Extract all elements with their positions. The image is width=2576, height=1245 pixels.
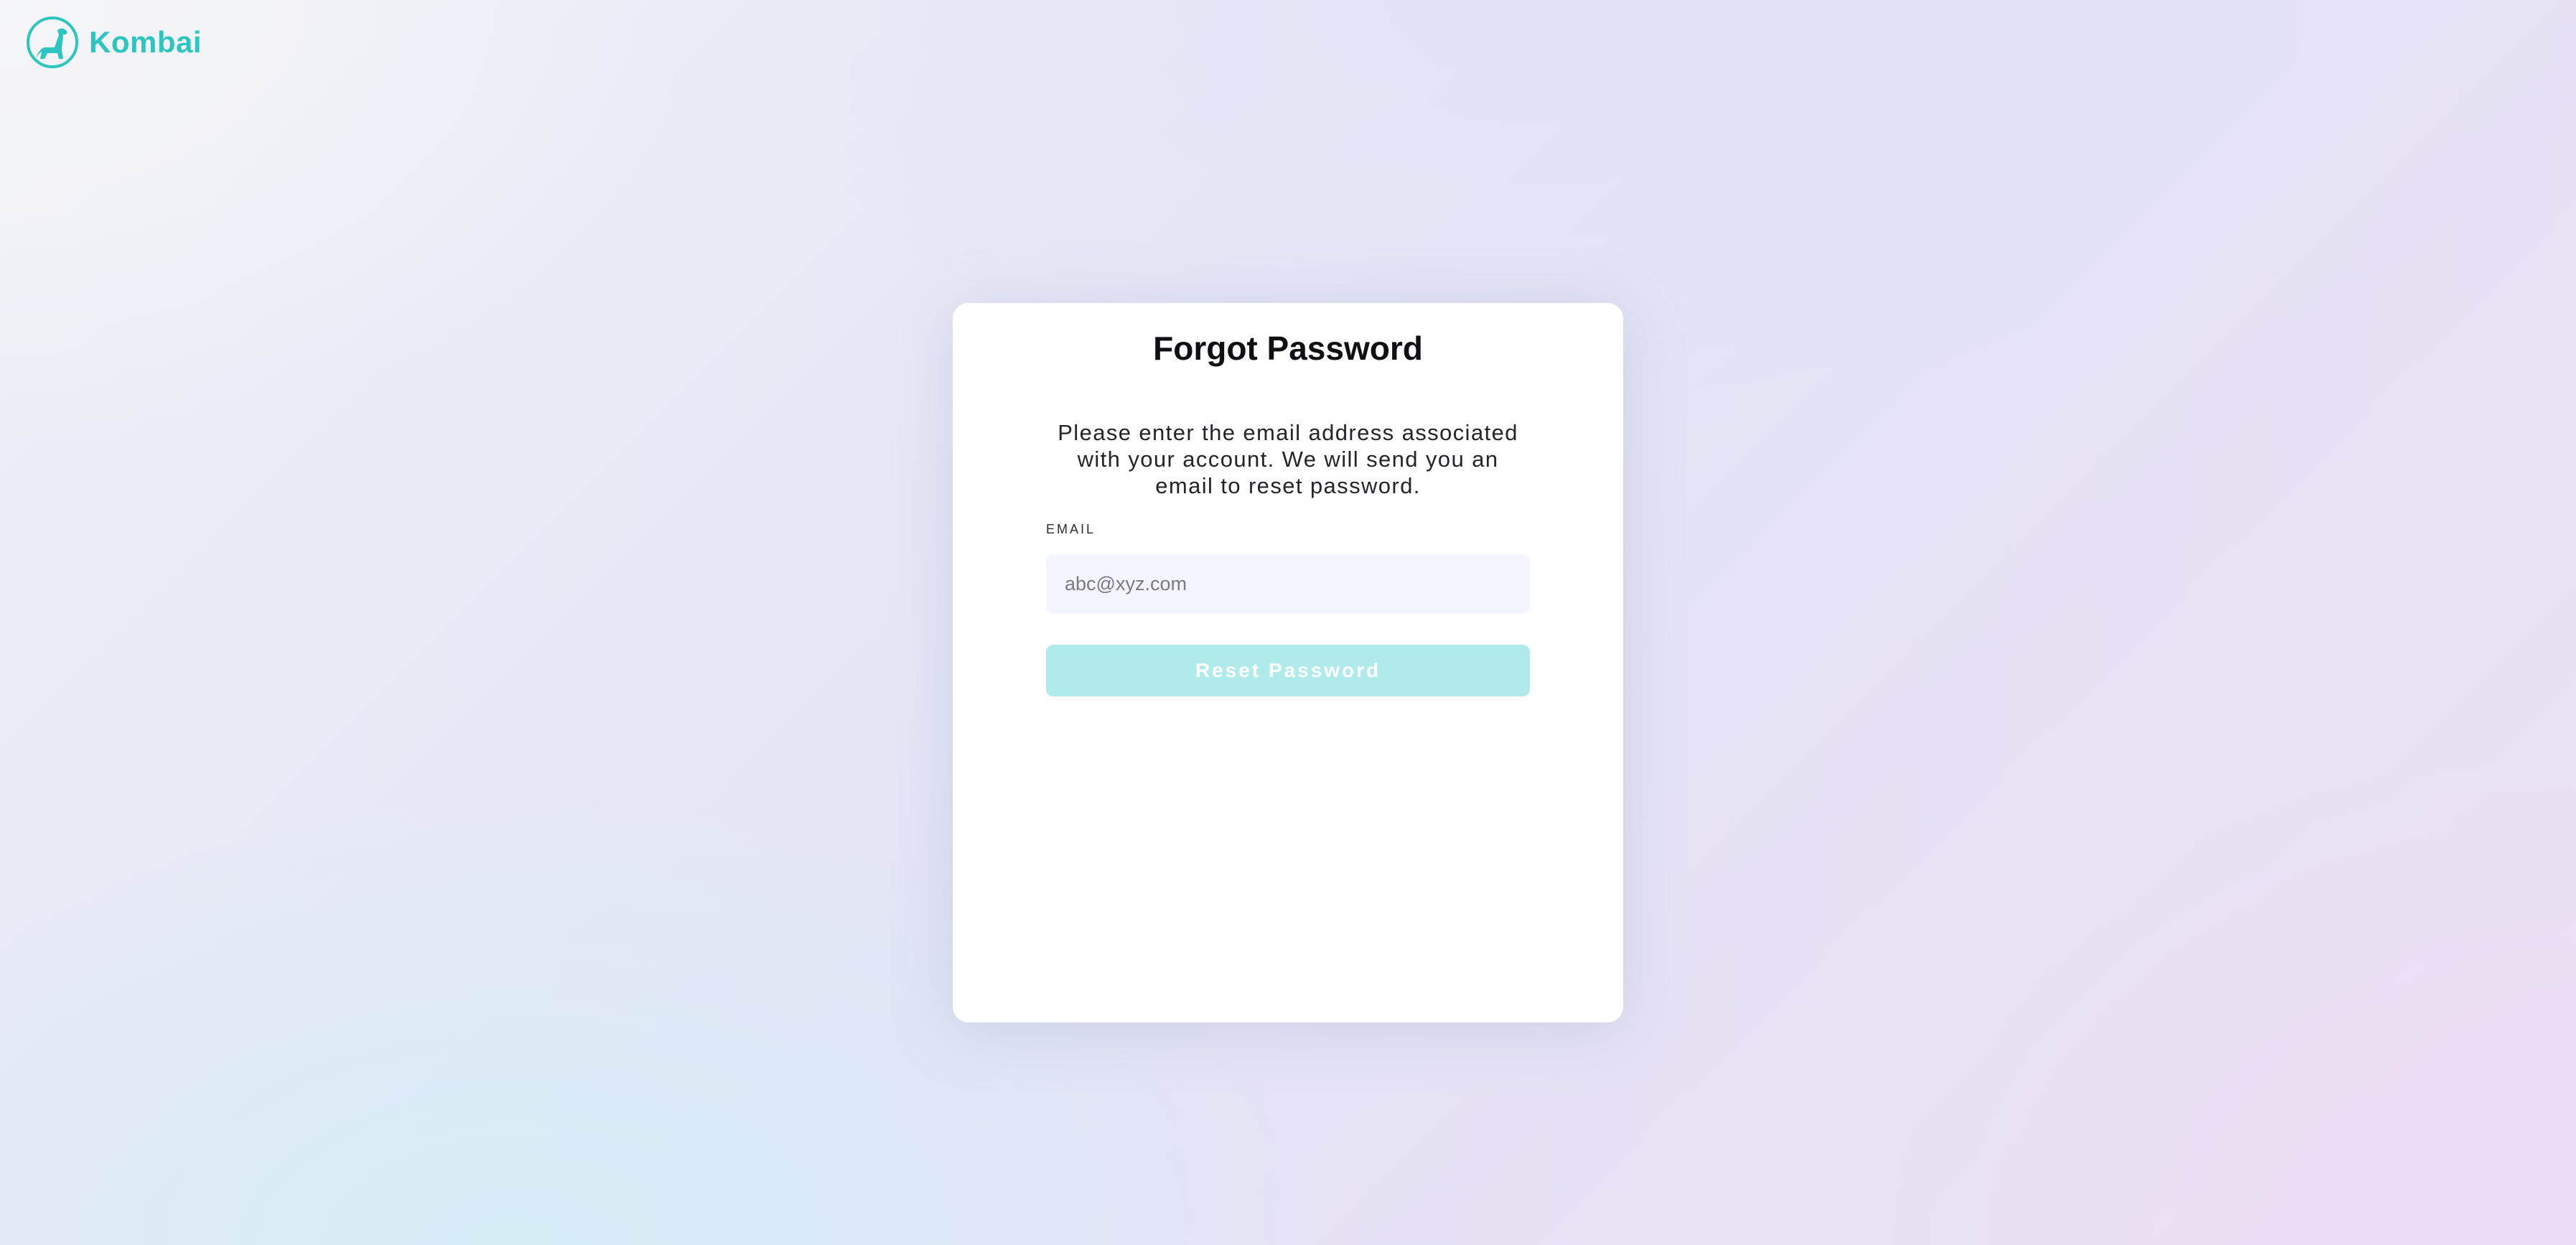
email-label: EMAIL xyxy=(1046,522,1096,536)
dog-logo-icon xyxy=(27,17,78,68)
brand-name: Kombai xyxy=(89,25,202,59)
page-title: Forgot Password xyxy=(1153,330,1423,367)
forgot-password-card: Forgot Password Please enter the email a… xyxy=(953,303,1623,1022)
reset-password-button[interactable]: Reset Password xyxy=(1046,645,1530,696)
instructions-text: Please enter the email address associate… xyxy=(1058,420,1518,498)
brand[interactable]: Kombai xyxy=(26,16,202,69)
email-field[interactable] xyxy=(1046,554,1530,613)
